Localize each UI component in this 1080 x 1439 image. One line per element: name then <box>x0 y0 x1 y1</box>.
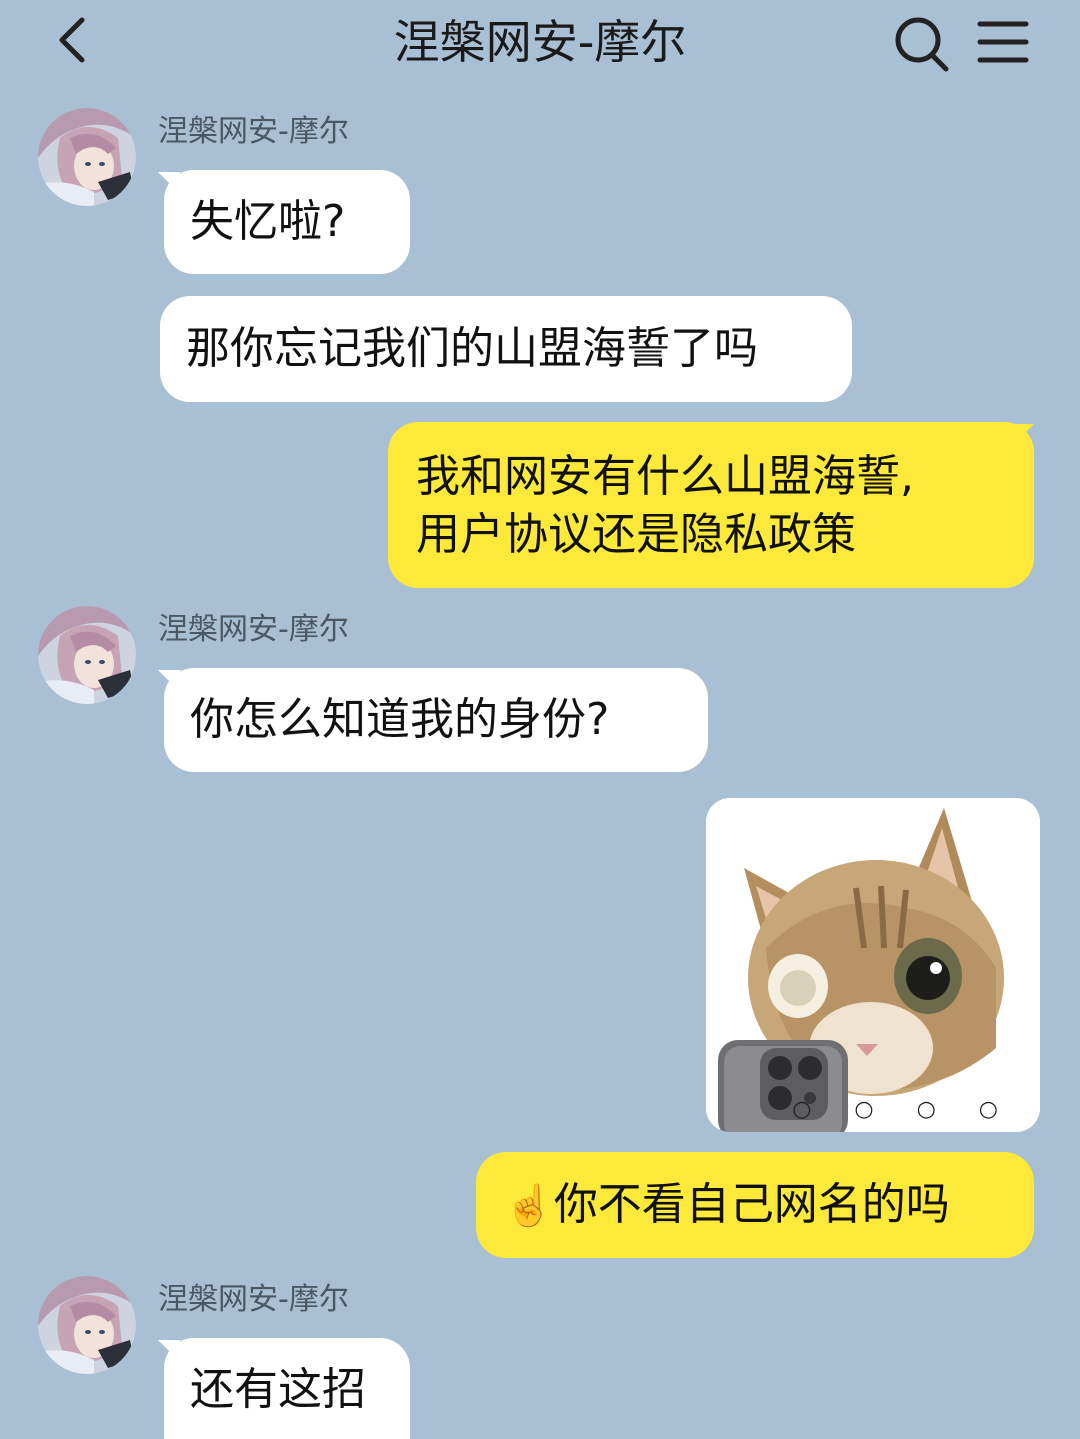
sender-name: 涅槃网安-摩尔 <box>158 1282 349 1317</box>
menu-button[interactable] <box>970 12 1036 74</box>
message-text-line: 我和网安有什么山盟海誓, <box>416 451 914 502</box>
message-text: 你不看自己网名的吗 <box>553 1179 950 1230</box>
message-bubble-incoming[interactable]: 失忆啦? <box>164 170 410 274</box>
message-bubble-outgoing[interactable]: ☝️你不看自己网名的吗 <box>476 1152 1034 1258</box>
sender-name: 涅槃网安-摩尔 <box>158 114 349 149</box>
message-bubble-incoming[interactable]: 那你忘记我们的山盟海誓了吗 <box>160 296 852 402</box>
anime-avatar-icon <box>38 606 136 704</box>
search-button[interactable] <box>888 12 954 74</box>
anime-avatar-icon <box>38 1276 136 1374</box>
pointing-up-emoji-icon: ☝️ <box>504 1183 554 1229</box>
message-text: 你怎么知道我的身份? <box>190 694 610 745</box>
message-text: 还有这招 <box>190 1364 366 1415</box>
chevron-left-icon <box>59 17 85 63</box>
top-bar: 涅槃网安-摩尔 <box>0 0 1080 88</box>
message-text-line: 用户协议还是隐私政策 <box>416 509 856 560</box>
message-text: 那你忘记我们的山盟海誓了吗 <box>186 323 758 374</box>
avatar[interactable] <box>38 1276 136 1374</box>
back-button[interactable] <box>48 8 104 72</box>
search-icon <box>895 17 949 72</box>
avatar[interactable] <box>38 108 136 206</box>
message-bubble-incoming[interactable]: 还有这招 <box>164 1338 410 1439</box>
anime-avatar-icon <box>38 108 136 206</box>
message-bubble-incoming[interactable]: 你怎么知道我的身份? <box>164 668 708 772</box>
sender-name: 涅槃网安-摩尔 <box>158 612 349 647</box>
message-bubble-outgoing[interactable]: 我和网安有什么山盟海誓, 用户协议还是隐私政策 <box>388 422 1034 588</box>
sticker-message[interactable]: ○ ○ ○ ○ <box>706 798 1040 1132</box>
avatar[interactable] <box>38 606 136 704</box>
message-text: 失忆啦? <box>190 196 346 247</box>
cat-with-phone-sticker-icon <box>706 798 1040 1132</box>
menu-icon <box>977 21 1029 63</box>
sticker-dots: ○ ○ ○ ○ <box>792 1097 1016 1122</box>
